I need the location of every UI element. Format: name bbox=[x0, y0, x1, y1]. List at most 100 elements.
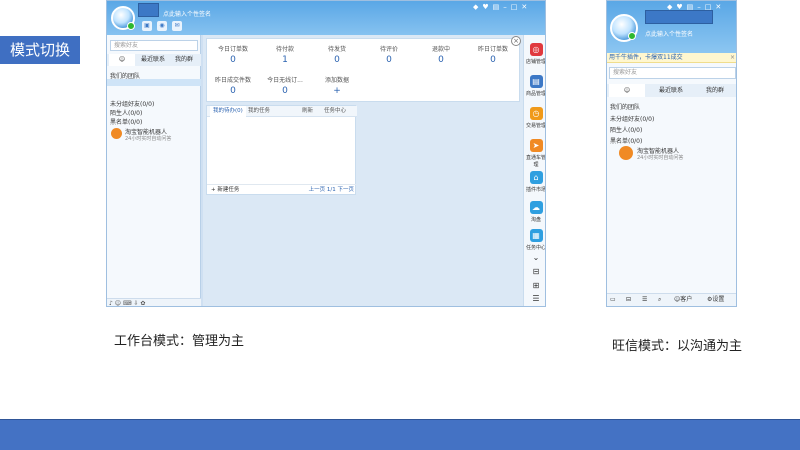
search-input[interactable]: 搜索好友 bbox=[110, 40, 198, 51]
bot-description: 24小时实时自动问答 bbox=[637, 155, 684, 161]
grid-icon[interactable]: ⊞ bbox=[524, 281, 545, 290]
tasks-header: 我的待办(0) 我的任务 刷新 任务中心 bbox=[207, 106, 357, 117]
tab-groups[interactable]: 我的群 bbox=[695, 84, 735, 97]
stat-label: 待付款 bbox=[275, 46, 294, 53]
stat-label: 昨日订单数 bbox=[477, 46, 508, 53]
chat-icon[interactable]: ▣ bbox=[142, 21, 152, 31]
ztc-icon: ➤ bbox=[529, 139, 543, 152]
workbench-window: 点此输入个性签名 ▣ ◉ ✉ ◆♥▤–□✕ 搜索好友 ☺ 最近联系 我的群 我们… bbox=[106, 0, 546, 307]
shop-icon: ◎ bbox=[529, 43, 543, 56]
wangxin-header: ◆♥▤–□✕ 点此输入个性签名 bbox=[607, 1, 736, 53]
tool-label: 商品管理 bbox=[525, 91, 546, 97]
stat-value[interactable]: 1 bbox=[259, 55, 311, 65]
caption-wangxin: 旺信模式：以沟通为主 bbox=[612, 339, 743, 354]
task-center-button[interactable]: 任务中心 bbox=[321, 106, 349, 117]
tasks-footer: + 新建任务 上一页 1/1 下一页 bbox=[207, 184, 357, 194]
new-task-button[interactable]: + 新建任务 bbox=[211, 185, 239, 195]
stat-label: 昨日成交件数 bbox=[214, 77, 251, 84]
add-data-button[interactable]: + bbox=[311, 86, 363, 96]
cloud-disk-tool[interactable]: ☁ 淘盘 bbox=[524, 201, 545, 223]
globe-icon[interactable]: ◉ bbox=[157, 21, 167, 31]
contact-tabs: ☺ 最近联系 我的群 bbox=[107, 54, 201, 66]
mail-icon[interactable]: ✉ bbox=[172, 21, 182, 31]
stat-value[interactable]: 0 bbox=[311, 55, 363, 65]
list-icon[interactable]: ☰ bbox=[642, 294, 647, 306]
stat-value[interactable]: 0 bbox=[467, 55, 519, 65]
stats-panel: × 今日订单数 待付款 待发货 待评价 退款中 昨日订单数 0 1 0 0 0 … bbox=[206, 36, 521, 102]
tree-item-blacklist[interactable]: 黑名单(0/0) bbox=[610, 136, 642, 145]
layout-icon[interactable]: ⊟ bbox=[626, 294, 631, 306]
contact-tabs: ☺ 最近联系 我的群 bbox=[607, 84, 736, 97]
tab-contacts[interactable]: ☺ bbox=[609, 84, 645, 97]
stat-label: 待评价 bbox=[379, 46, 398, 53]
stat-value[interactable]: 0 bbox=[259, 86, 311, 96]
tool-label: 直通车管理 bbox=[525, 155, 546, 168]
settings-button[interactable]: ⚙设置 bbox=[707, 294, 724, 306]
layout-icon[interactable]: ⊟ bbox=[524, 267, 545, 276]
task-center-tool[interactable]: ▦ 任务中心 bbox=[524, 229, 546, 251]
tool-label: 插件市场 bbox=[525, 187, 546, 193]
sidebar-bottom-toolbar[interactable]: ♪ ☺ ⌨ ⇩ ✿ bbox=[107, 298, 201, 306]
tab-my-todo[interactable]: 我的待办(0) bbox=[210, 106, 246, 117]
tree-item-blacklist[interactable]: 黑名单(0/0) bbox=[110, 117, 142, 126]
stat-value[interactable]: 0 bbox=[363, 55, 415, 65]
refresh-button[interactable]: 刷新 bbox=[299, 106, 316, 117]
stat-value[interactable]: 0 bbox=[207, 55, 259, 65]
notice-text[interactable]: 用千牛插件，卡爆双11成交 bbox=[609, 54, 683, 61]
contacts-sidebar: 搜索好友 ☺ 最近联系 我的群 我们的团队 未分组好友(0/0) 陌生人(0/0… bbox=[107, 35, 201, 306]
workbench-main: × 今日订单数 待付款 待发货 待评价 退款中 昨日订单数 0 1 0 0 0 … bbox=[203, 35, 523, 306]
tree-item-ungrouped[interactable]: 未分组好友(0/0) bbox=[110, 99, 154, 108]
tool-label: 交易管理 bbox=[525, 123, 546, 129]
plugin-toolbar: ◎ 店铺管理 ▤ 商品管理 ◷ 交易管理 ➤ 直通车管理 ⌂ 插件市场 ☁ 淘盘 ▦ 任务中心… bbox=[523, 35, 546, 306]
slide: 模式切换 点此输入个性签名 ▣ ◉ ✉ ◆♥▤–□✕ 搜索好友 ☺ 最近联系 我… bbox=[0, 0, 800, 450]
bot-avatar bbox=[111, 128, 122, 139]
tool-label: 淘盘 bbox=[530, 217, 541, 223]
tab-recent[interactable]: 最近联系 bbox=[137, 54, 169, 66]
user-name-redacted bbox=[138, 3, 159, 17]
tree-item-strangers[interactable]: 陌生人(0/0) bbox=[110, 108, 142, 117]
goods-manage-tool[interactable]: ▤ 商品管理 bbox=[524, 75, 546, 97]
stat-value[interactable]: 0 bbox=[415, 55, 467, 65]
list-icon[interactable]: ☰ bbox=[524, 294, 545, 303]
chevron-down-icon[interactable]: ⌄ bbox=[524, 253, 545, 262]
selected-row bbox=[107, 79, 201, 86]
stat-label: 待发货 bbox=[327, 46, 346, 53]
stat-label: 今日订单数 bbox=[217, 46, 248, 53]
window-controls[interactable]: ◆♥▤–□✕ bbox=[473, 3, 531, 11]
ztc-manage-tool[interactable]: ➤ 直通车管理 bbox=[524, 139, 546, 168]
customer-button[interactable]: ☺客户 bbox=[674, 294, 692, 306]
stat-value[interactable]: 0 bbox=[207, 86, 259, 96]
bot-description: 24小时实时自动问答 bbox=[125, 136, 172, 142]
shop-manage-tool[interactable]: ◎ 店铺管理 bbox=[524, 43, 546, 65]
trade-manage-tool[interactable]: ◷ 交易管理 bbox=[524, 107, 546, 129]
cloud-icon: ☁ bbox=[529, 201, 543, 214]
app-icon[interactable]: ▭ bbox=[610, 294, 616, 306]
plugin-market-tool[interactable]: ⌂ 插件市场 bbox=[524, 171, 546, 193]
tab-groups[interactable]: 我的群 bbox=[169, 54, 199, 66]
task-icon: ▦ bbox=[529, 229, 543, 242]
tree-item-team[interactable]: 我们的团队 bbox=[610, 102, 640, 111]
tab-contacts[interactable]: ☺ bbox=[109, 54, 135, 66]
customer-label: 客户 bbox=[680, 296, 693, 303]
plugin-icon: ⌂ bbox=[529, 171, 543, 184]
tree-item-ungrouped[interactable]: 未分组好友(0/0) bbox=[610, 114, 654, 123]
tab-my-tasks[interactable]: 我的任务 bbox=[245, 106, 273, 117]
user-name-redacted bbox=[645, 10, 713, 24]
search-input[interactable]: 搜索好友 bbox=[609, 67, 736, 79]
search-icon[interactable]: ⌕ bbox=[658, 294, 661, 306]
stat-label: 退款中 bbox=[431, 46, 450, 53]
plugin-notice[interactable]: 用千牛插件，卡爆双11成交 × bbox=[607, 53, 736, 63]
stat-label: 今日无线订... bbox=[267, 77, 303, 84]
tool-label: 店铺管理 bbox=[525, 59, 546, 65]
close-icon[interactable]: × bbox=[730, 53, 735, 63]
goods-icon: ▤ bbox=[529, 75, 543, 88]
mode-switch-title: 模式切换 bbox=[0, 36, 80, 64]
caption-workbench: 工作台模式：管理为主 bbox=[114, 334, 245, 349]
wangxin-window: ◆♥▤–□✕ 点此输入个性签名 用千牛插件，卡爆双11成交 × 搜索好友 ☺ 最近… bbox=[606, 0, 737, 307]
tab-recent[interactable]: 最近联系 bbox=[651, 84, 691, 97]
tree-item-strangers[interactable]: 陌生人(0/0) bbox=[610, 125, 642, 134]
signature-text[interactable]: 点此输入个性签名 bbox=[163, 9, 211, 18]
signature-text[interactable]: 点此输入个性签名 bbox=[645, 29, 693, 38]
tool-label: 任务中心 bbox=[525, 245, 546, 251]
pager[interactable]: 上一页 1/1 下一页 bbox=[309, 185, 354, 195]
